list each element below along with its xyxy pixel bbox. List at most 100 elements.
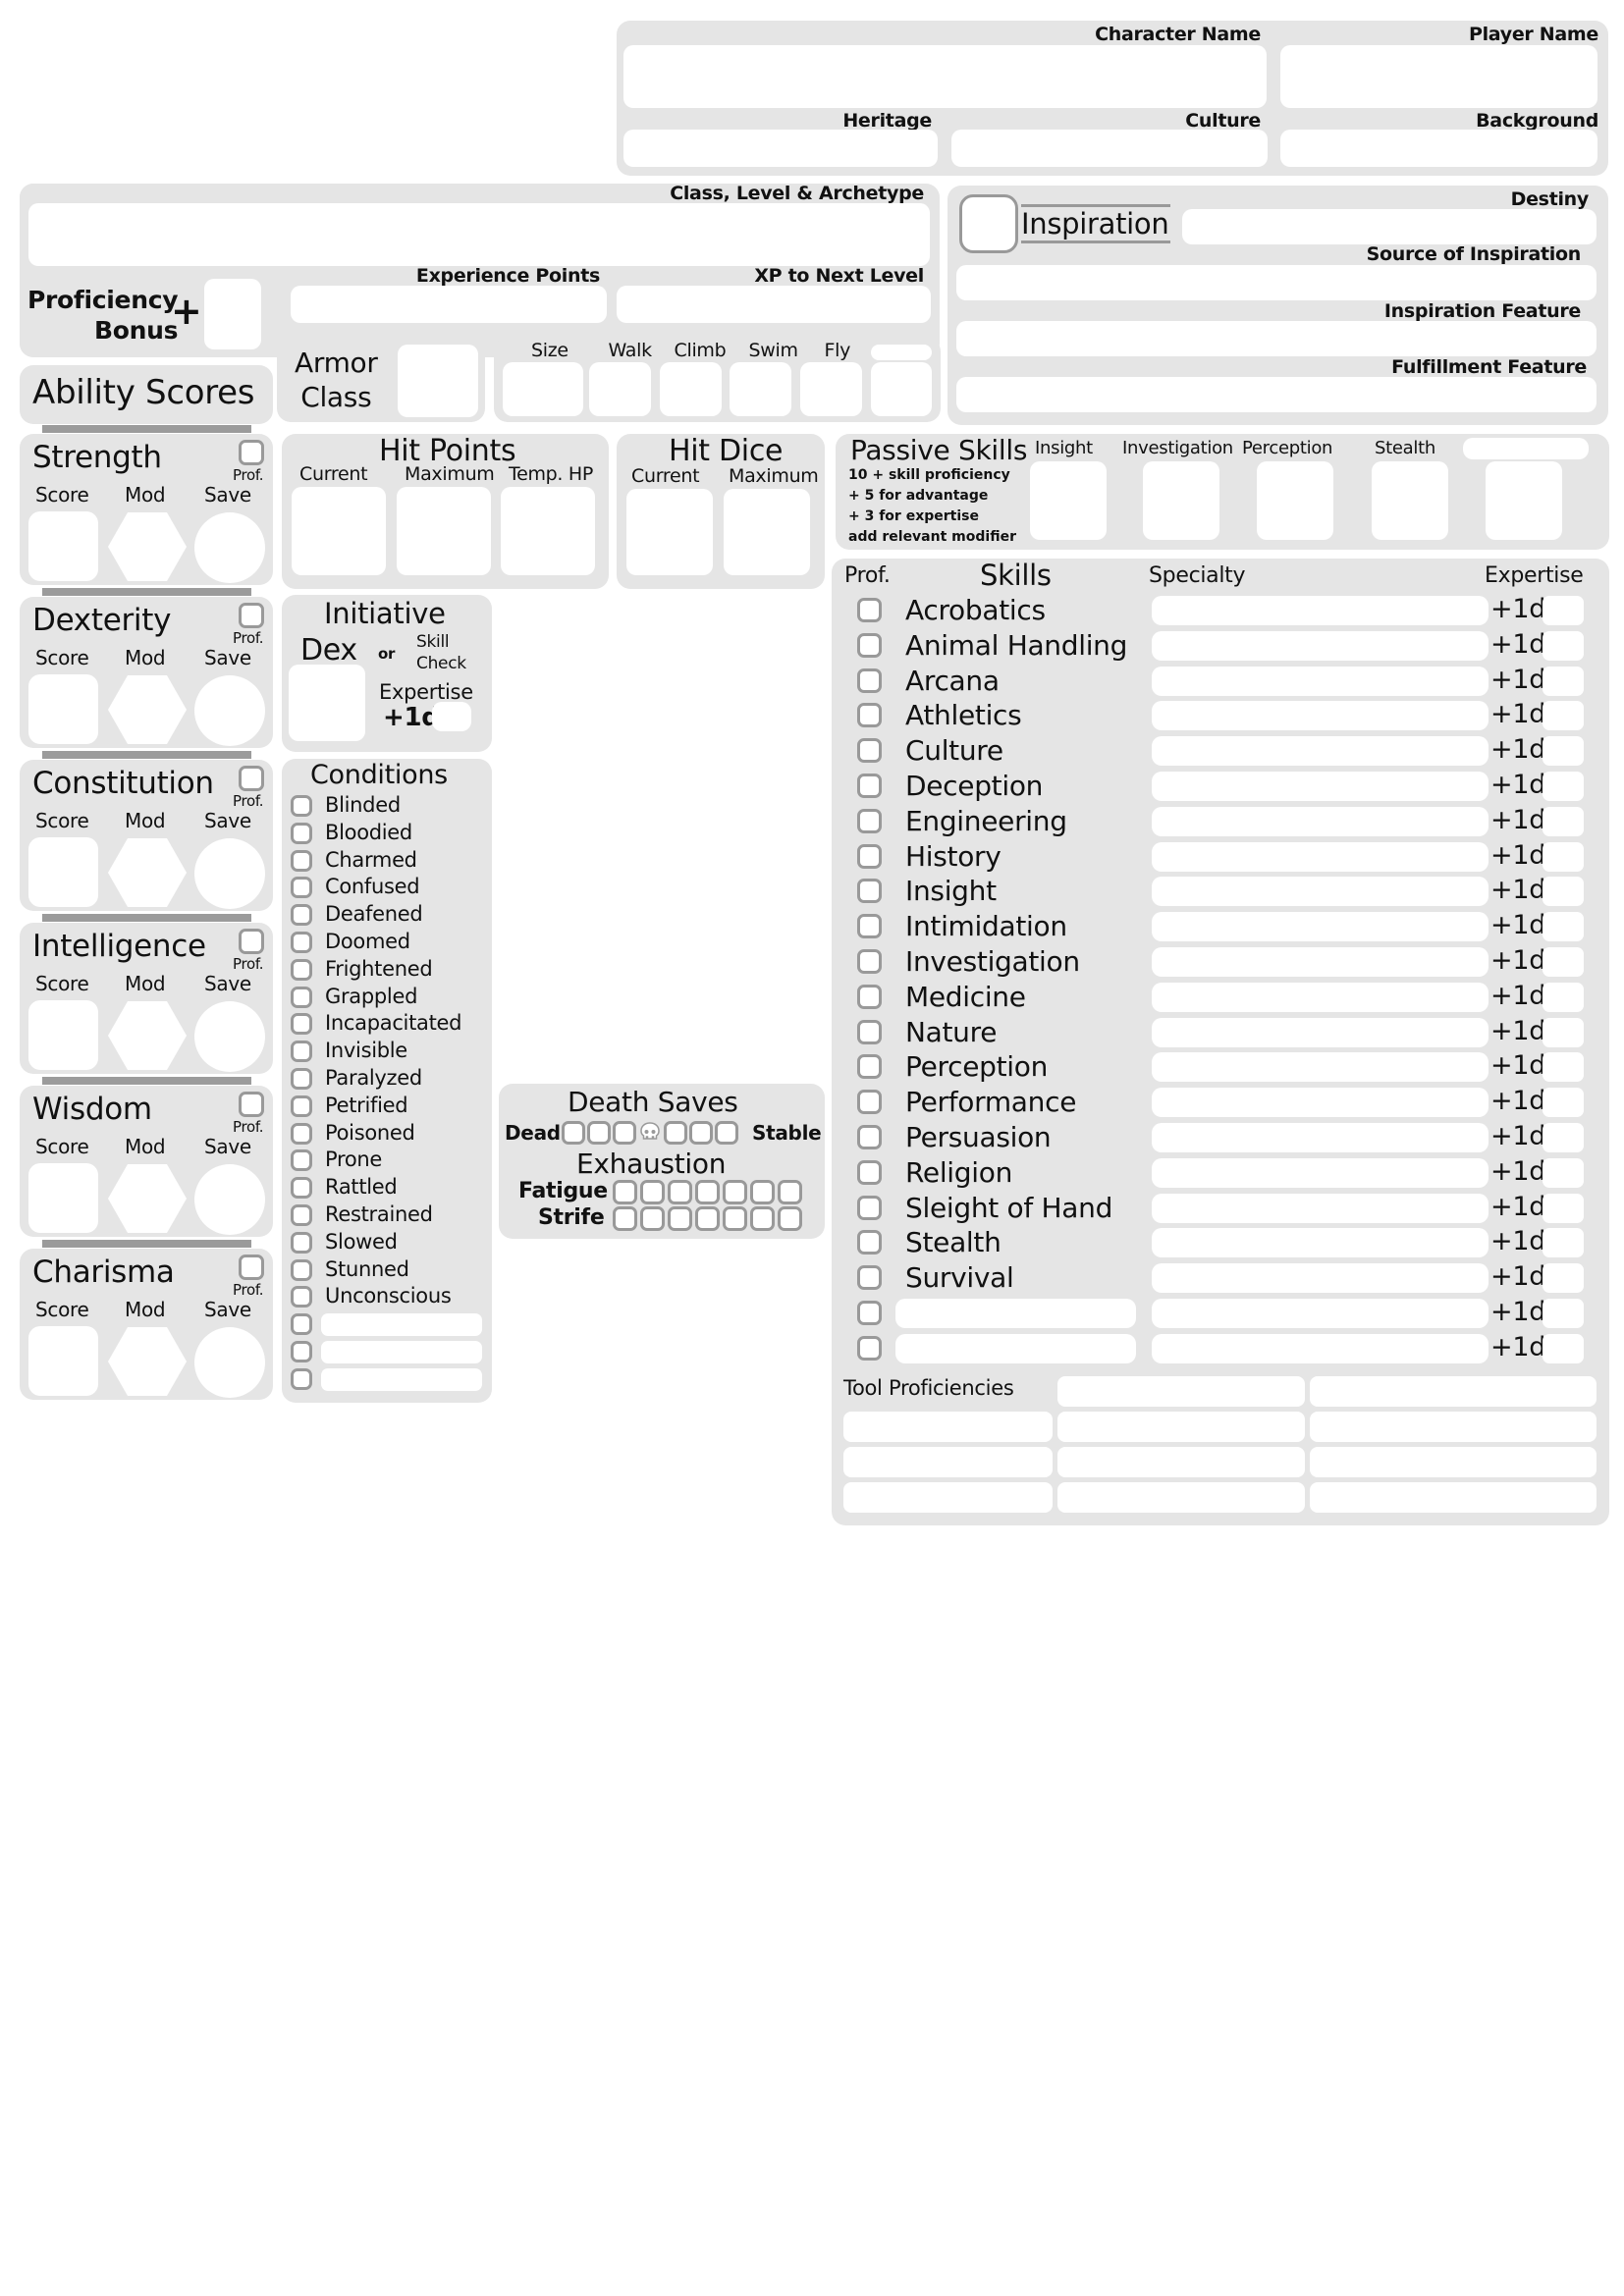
skill-expertise-field[interactable] xyxy=(1543,1333,1584,1363)
condition-checkbox-poisoned[interactable] xyxy=(291,1122,312,1145)
passive-field-investigation[interactable] xyxy=(1143,461,1219,540)
skill-specialty-field[interactable] xyxy=(1152,1088,1489,1118)
tool-proficiency-field[interactable] xyxy=(1310,1376,1597,1407)
skill-specialty-field[interactable] xyxy=(1152,772,1489,801)
skill-expertise-field[interactable] xyxy=(1543,596,1584,625)
skill-specialty-field[interactable] xyxy=(1152,841,1489,872)
skill-specialty-field[interactable] xyxy=(1152,630,1489,661)
passive-field-stealth[interactable] xyxy=(1372,461,1448,540)
skill-specialty-field[interactable] xyxy=(1152,1157,1489,1188)
ability-save-field-charisma[interactable] xyxy=(194,1327,265,1398)
condition-checkbox-stunned[interactable] xyxy=(291,1258,312,1281)
condition-checkbox-deafened[interactable] xyxy=(291,904,312,927)
passive-custom-label-field[interactable] xyxy=(1463,438,1589,459)
skill-expertise-field[interactable] xyxy=(1543,666,1584,696)
condition-checkbox-custom[interactable] xyxy=(291,1313,312,1336)
condition-checkbox-doomed[interactable] xyxy=(291,932,312,953)
strife-checkbox[interactable] xyxy=(695,1206,720,1231)
ability-prof-checkbox-charisma[interactable] xyxy=(239,1255,264,1280)
fatigue-checkbox[interactable] xyxy=(750,1180,775,1204)
ability-prof-checkbox-constitution[interactable] xyxy=(239,766,264,791)
passive-field-custom[interactable] xyxy=(1486,461,1562,540)
ability-score-field-wisdom[interactable] xyxy=(28,1163,98,1233)
ability-save-field-strength[interactable] xyxy=(194,512,265,583)
condition-checkbox-rattled[interactable] xyxy=(291,1177,312,1200)
skill-prof-checkbox[interactable] xyxy=(857,703,882,728)
ability-save-field-wisdom[interactable] xyxy=(194,1164,265,1235)
skill-prof-checkbox[interactable] xyxy=(857,1301,882,1325)
ability-score-field-dexterity[interactable] xyxy=(28,674,98,744)
skill-specialty-field[interactable] xyxy=(1152,596,1489,625)
skill-expertise-field[interactable] xyxy=(1543,1193,1584,1223)
skill-specialty-field[interactable] xyxy=(1152,666,1489,696)
ability-prof-checkbox-wisdom[interactable] xyxy=(239,1092,264,1117)
tool-proficiency-field[interactable] xyxy=(843,1412,1053,1442)
passive-field-perception[interactable] xyxy=(1257,461,1333,540)
skill-expertise-field[interactable] xyxy=(1543,1263,1584,1294)
skill-expertise-field[interactable] xyxy=(1543,1017,1584,1047)
skill-prof-checkbox[interactable] xyxy=(857,1054,882,1080)
heritage-field[interactable] xyxy=(623,130,938,167)
death-save-checkbox[interactable] xyxy=(664,1121,687,1145)
death-save-checkbox[interactable] xyxy=(562,1121,585,1145)
skill-prof-checkbox[interactable] xyxy=(857,1019,882,1044)
skill-prof-checkbox[interactable] xyxy=(857,738,882,764)
ability-score-field-charisma[interactable] xyxy=(28,1326,98,1396)
skill-prof-checkbox[interactable] xyxy=(857,843,882,869)
strife-checkbox[interactable] xyxy=(640,1206,665,1231)
skill-expertise-field[interactable] xyxy=(1543,1228,1584,1258)
skill-expertise-field[interactable] xyxy=(1543,1088,1584,1118)
skill-expertise-field[interactable] xyxy=(1543,877,1584,907)
skill-expertise-field[interactable] xyxy=(1543,982,1584,1012)
speed-field-climb[interactable] xyxy=(660,362,722,416)
skill-specialty-field[interactable] xyxy=(1152,806,1489,836)
skill-prof-checkbox[interactable] xyxy=(857,1090,882,1115)
speed-field-walk[interactable] xyxy=(589,362,651,416)
skill-specialty-field[interactable] xyxy=(1152,701,1489,731)
tool-proficiency-field[interactable] xyxy=(843,1482,1053,1513)
speed-field-swim[interactable] xyxy=(730,362,791,416)
skill-specialty-field[interactable] xyxy=(1152,1299,1489,1328)
skill-specialty-field[interactable] xyxy=(1152,947,1489,977)
condition-checkbox-confused[interactable] xyxy=(291,877,312,899)
skill-specialty-field[interactable] xyxy=(1152,877,1489,907)
skill-expertise-field[interactable] xyxy=(1543,806,1584,836)
condition-checkbox-prone[interactable] xyxy=(291,1149,312,1172)
skill-specialty-field[interactable] xyxy=(1152,1263,1489,1294)
condition-checkbox-bloodied[interactable] xyxy=(291,822,312,844)
skill-specialty-field[interactable] xyxy=(1152,1228,1489,1258)
ability-save-field-constitution[interactable] xyxy=(194,838,265,909)
skill-prof-checkbox[interactable] xyxy=(857,914,882,939)
condition-checkbox-custom[interactable] xyxy=(291,1341,312,1362)
fatigue-checkbox[interactable] xyxy=(668,1180,692,1204)
speed-field-size[interactable] xyxy=(503,362,583,416)
character-name-field[interactable] xyxy=(623,45,1267,108)
initiative-dex-field[interactable] xyxy=(289,665,365,741)
skill-custom-name-field[interactable] xyxy=(895,1333,1136,1363)
speed-custom-label-field[interactable] xyxy=(871,345,932,360)
hit-points-field-2[interactable] xyxy=(501,487,595,575)
passive-field-insight[interactable] xyxy=(1030,461,1107,540)
speed-field-custom[interactable] xyxy=(871,362,932,416)
speed-field-fly[interactable] xyxy=(800,362,862,416)
skill-expertise-field[interactable] xyxy=(1543,1052,1584,1083)
skill-specialty-field[interactable] xyxy=(1152,982,1489,1012)
tool-proficiency-field[interactable] xyxy=(1310,1412,1597,1442)
tool-proficiency-field[interactable] xyxy=(1310,1482,1597,1513)
condition-checkbox-incapacitated[interactable] xyxy=(291,1013,312,1036)
culture-field[interactable] xyxy=(951,130,1268,167)
strife-checkbox[interactable] xyxy=(668,1206,692,1231)
skill-expertise-field[interactable] xyxy=(1543,947,1584,977)
skill-prof-checkbox[interactable] xyxy=(857,1335,882,1361)
strife-checkbox[interactable] xyxy=(750,1206,775,1231)
condition-checkbox-frightened[interactable] xyxy=(291,958,312,981)
ability-score-field-intelligence[interactable] xyxy=(28,1000,98,1070)
skill-specialty-field[interactable] xyxy=(1152,1193,1489,1223)
skill-expertise-field[interactable] xyxy=(1543,701,1584,731)
fatigue-checkbox[interactable] xyxy=(640,1180,665,1204)
skill-expertise-field[interactable] xyxy=(1543,1299,1584,1328)
ability-save-field-dexterity[interactable] xyxy=(194,675,265,746)
skill-prof-checkbox[interactable] xyxy=(857,774,882,798)
skill-expertise-field[interactable] xyxy=(1543,630,1584,661)
strife-checkbox[interactable] xyxy=(613,1206,637,1231)
